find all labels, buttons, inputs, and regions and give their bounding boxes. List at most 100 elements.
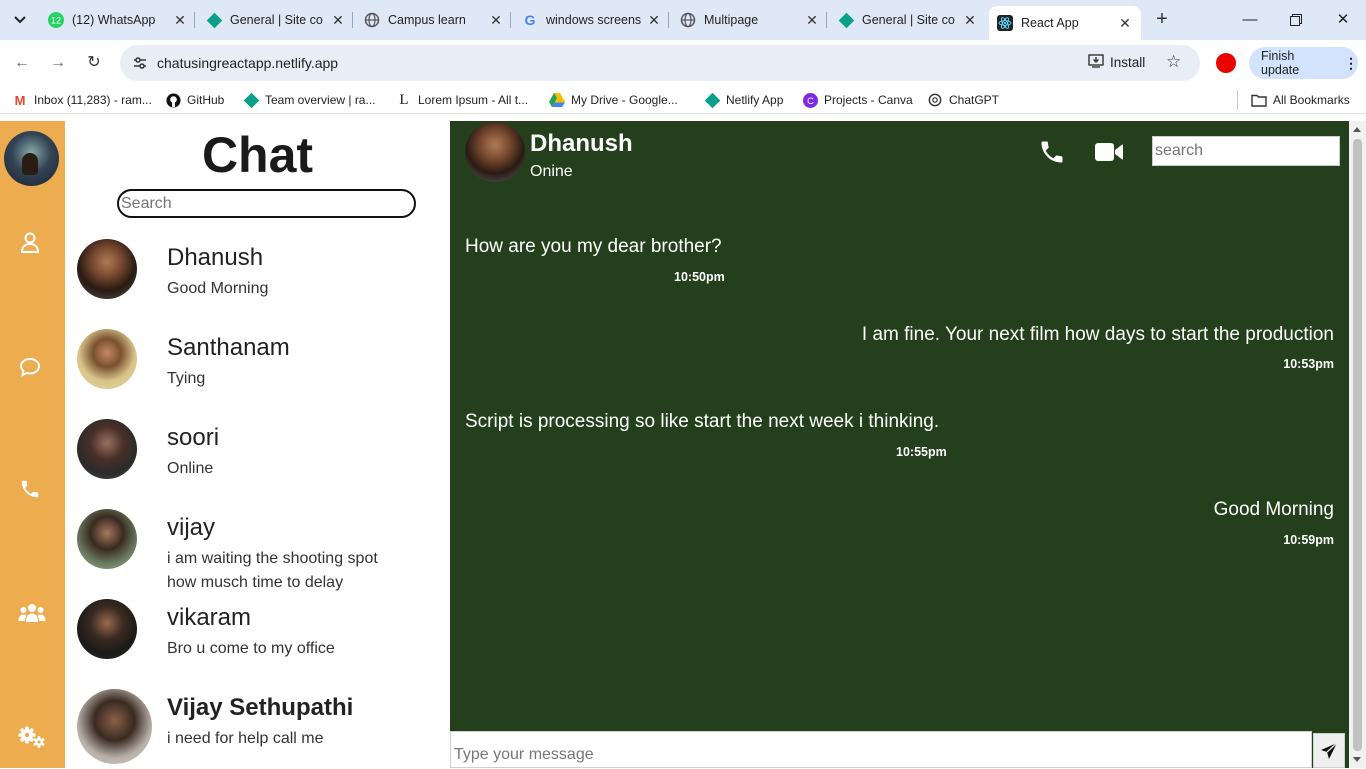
- all-bookmarks-button[interactable]: All Bookmarks: [1251, 92, 1350, 108]
- contact-last-message: i am waiting the shooting spot how musch…: [167, 550, 378, 591]
- new-tab-button[interactable]: +: [1150, 8, 1174, 32]
- settings-icon[interactable]: [18, 725, 46, 749]
- url-text[interactable]: chatusingreactapp.netlify.app: [157, 55, 338, 71]
- site-settings-icon[interactable]: [132, 55, 148, 71]
- scroll-down-icon[interactable]: [1353, 757, 1361, 762]
- my-avatar[interactable]: [4, 131, 59, 186]
- bookmarks-bar: M Inbox (11,283) - ram... GitHub Team ov…: [0, 86, 1366, 114]
- bookmark-label: My Drive - Google...: [571, 93, 678, 107]
- chevron-down-icon: [14, 16, 26, 24]
- arrow-right-icon: →: [50, 54, 66, 71]
- restore-button[interactable]: [1284, 8, 1308, 32]
- page-title: Chat: [201, 127, 314, 183]
- back-button[interactable]: ←: [10, 51, 34, 75]
- bookmark-my-drive[interactable]: My Drive - Google...: [549, 92, 678, 108]
- react-icon: [997, 15, 1013, 31]
- tab-campus-learn[interactable]: Campus learn ✕: [364, 6, 504, 34]
- phone-icon[interactable]: [18, 477, 42, 501]
- video-camera-icon[interactable]: [1094, 141, 1124, 165]
- globe-icon: [364, 12, 380, 28]
- avatar: [77, 239, 137, 299]
- tab-search-button[interactable]: [8, 8, 32, 32]
- contacts-panel: Chat Dhanush Good Morning Santhanam Tyin…: [65, 121, 450, 768]
- bookmark-lorem-ipsum[interactable]: L Lorem Ipsum - All t...: [396, 92, 528, 108]
- contact-item[interactable]: soori Online: [77, 419, 437, 499]
- forward-button[interactable]: →: [46, 51, 70, 75]
- close-icon[interactable]: ✕: [962, 12, 978, 29]
- contact-name: Santhanam: [167, 334, 290, 361]
- install-button[interactable]: Install: [1088, 54, 1145, 71]
- reload-button[interactable]: ↻: [82, 51, 106, 75]
- address-bar[interactable]: chatusingreactapp.netlify.app Install ☆: [120, 45, 1200, 81]
- contact-name: Dhanush: [167, 244, 264, 271]
- site-diamond-icon: [206, 12, 222, 28]
- message-time: 10:59pm: [1283, 533, 1334, 547]
- contact-last-message: i need for help call me: [167, 730, 324, 747]
- sidebar-rail: [0, 121, 65, 768]
- restore-icon: [1290, 14, 1302, 26]
- message-text: Good Morning: [1213, 499, 1334, 520]
- tab-title: Campus learn: [388, 13, 466, 27]
- close-icon[interactable]: ✕: [488, 12, 504, 29]
- group-icon[interactable]: [18, 601, 46, 625]
- contact-item[interactable]: vikaram Bro u come to my office: [77, 599, 437, 679]
- scrollbar-thumb[interactable]: [1353, 139, 1362, 751]
- site-diamond-icon: [838, 12, 854, 28]
- contact-last-message: Good Morning: [167, 280, 269, 297]
- drive-icon: [549, 92, 565, 108]
- tab-windows-screens[interactable]: G windows screens ✕: [522, 6, 662, 34]
- bookmark-github[interactable]: GitHub: [165, 92, 224, 108]
- chat-search-input[interactable]: [1152, 136, 1340, 166]
- send-button[interactable]: [1313, 733, 1345, 768]
- bookmark-label: Lorem Ipsum - All t...: [418, 93, 529, 107]
- bookmark-label: Netlify App: [726, 93, 784, 107]
- phone-icon[interactable]: [1038, 138, 1066, 166]
- bookmark-label: ChatGPT: [949, 93, 1000, 107]
- close-icon[interactable]: ✕: [330, 12, 346, 29]
- contact-item[interactable]: Dhanush Good Morning: [77, 239, 437, 319]
- lorem-icon: L: [399, 91, 409, 108]
- tab-multipage[interactable]: Multipage ✕: [680, 6, 820, 34]
- svg-text:12: 12: [51, 16, 61, 26]
- close-icon[interactable]: ✕: [172, 12, 188, 29]
- close-window-button[interactable]: ✕: [1331, 8, 1355, 32]
- chat-bubble-icon[interactable]: [18, 355, 42, 379]
- minimize-button[interactable]: —: [1238, 8, 1262, 32]
- tab-react-app[interactable]: React App ✕: [989, 6, 1141, 40]
- bookmark-team-overview[interactable]: Team overview | ra...: [243, 92, 375, 108]
- canva-icon: C: [802, 92, 818, 108]
- message-input[interactable]: [450, 731, 1312, 768]
- message-time: 10:50pm: [674, 270, 725, 284]
- tab-general-site-2[interactable]: General | Site co ✕: [838, 6, 978, 34]
- bookmark-star-icon[interactable]: ☆: [1166, 52, 1181, 72]
- message-text: I am fine. Your next film how days to st…: [861, 324, 1334, 345]
- avatar: [77, 419, 137, 479]
- avatar[interactable]: [465, 122, 525, 182]
- tab-whatsapp[interactable]: 12 (12) WhatsApp ✕: [48, 6, 188, 34]
- finish-update-button[interactable]: Finish update ⋮: [1249, 47, 1358, 79]
- contact-item[interactable]: Vijay Sethupathi i need for help call me: [77, 689, 437, 769]
- avatar: [77, 329, 137, 389]
- close-icon[interactable]: ✕: [646, 12, 662, 29]
- tab-general-site-1[interactable]: General | Site co ✕: [206, 6, 346, 34]
- globe-icon: [680, 12, 696, 28]
- user-icon[interactable]: [18, 231, 42, 255]
- scroll-up-icon[interactable]: [1353, 127, 1361, 132]
- close-icon[interactable]: ✕: [1117, 15, 1133, 32]
- bookmark-canva[interactable]: C Projects - Canva: [802, 92, 913, 108]
- close-icon[interactable]: ✕: [804, 12, 820, 29]
- bookmark-label: Team overview | ra...: [265, 93, 376, 107]
- bookmark-netlify[interactable]: Netlify App: [704, 92, 783, 108]
- page-scrollbar[interactable]: [1349, 121, 1366, 768]
- bookmark-chatgpt[interactable]: ChatGPT: [927, 92, 999, 108]
- avatar: [77, 689, 152, 764]
- bookmark-inbox[interactable]: M Inbox (11,283) - ram...: [12, 92, 152, 108]
- contact-item[interactable]: vijay i am waiting the shooting spot how…: [77, 509, 437, 591]
- profile-avatar[interactable]: [1216, 53, 1236, 73]
- browser-toolbar: ← → ↻ chatusingreactapp.netlify.app Inst…: [0, 40, 1366, 86]
- github-icon: [165, 92, 181, 108]
- contact-item[interactable]: Santhanam Tying: [77, 329, 437, 409]
- tab-title: General | Site co: [230, 13, 323, 27]
- more-vert-icon[interactable]: ⋮: [1344, 55, 1358, 72]
- contacts-search-input[interactable]: [117, 189, 416, 218]
